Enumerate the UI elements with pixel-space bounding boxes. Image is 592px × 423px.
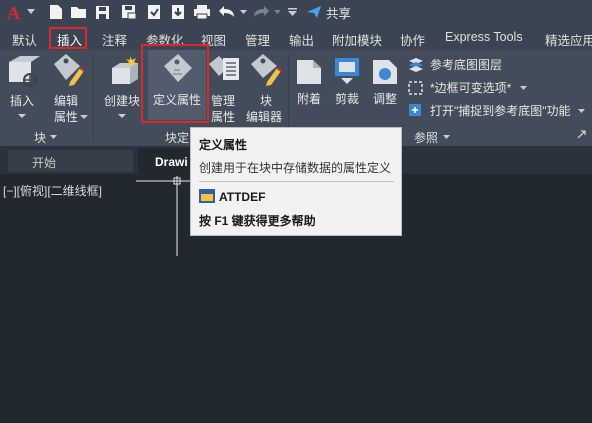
quick-access-toolbar: A 共享 xyxy=(0,0,592,26)
tab-default[interactable]: 默认 xyxy=(12,30,37,49)
tab-manage[interactable]: 管理 xyxy=(245,30,270,49)
insert-block-label: 插入 xyxy=(10,94,35,108)
block-editor-label-1: 块 xyxy=(260,94,273,108)
manage-attributes-label-1: 管理 xyxy=(211,94,236,108)
tooltip-description: 创建用于在块中存储数据的属性定义 xyxy=(199,161,392,175)
start-tab[interactable]: 开始 xyxy=(8,150,133,172)
underlay-layers-label: 参考底图图层 xyxy=(430,58,503,72)
attach-button[interactable]: 附着 xyxy=(293,56,327,126)
tab-addins[interactable]: 附加模块 xyxy=(332,30,382,49)
customize-qat-icon[interactable] xyxy=(287,3,297,21)
open-file-icon[interactable] xyxy=(70,3,88,21)
command-line-icon xyxy=(199,189,215,203)
reference-panel-title[interactable]: 参照 xyxy=(414,129,438,146)
insert-block-icon xyxy=(9,56,40,87)
viewport-controls[interactable]: [−][俯视][二维线框] xyxy=(3,182,102,199)
svg-text:A: A xyxy=(7,3,20,21)
clip-button[interactable]: 剪裁 xyxy=(331,56,365,126)
block-editor-button[interactable]: 块 编辑器 xyxy=(245,54,285,126)
tooltip-help: 按 F1 键获得更多帮助 xyxy=(199,214,316,228)
redo-icon[interactable] xyxy=(252,3,270,21)
create-block-dropdown-icon xyxy=(118,114,126,118)
adjust-button[interactable]: 调整 xyxy=(369,56,403,126)
block-editor-label-2: 编辑器 xyxy=(246,110,283,124)
block-panel-expand-icon xyxy=(50,135,57,139)
block-panel-title[interactable]: 块 xyxy=(34,129,46,146)
undo-dropdown-icon[interactable] xyxy=(239,3,247,21)
create-block-icon xyxy=(112,56,138,84)
share-icon xyxy=(307,6,321,18)
underlay-layers-icon xyxy=(409,58,423,72)
snap-underlay-label: 打开"捕捉到参考底图"功能 xyxy=(430,104,571,118)
frame-options-button[interactable]: *边框可变选项* xyxy=(408,80,592,98)
underlay-layers-button[interactable]: 参考底图图层 xyxy=(408,57,592,75)
snap-underlay-button[interactable]: 打开"捕捉到参考底图"功能 xyxy=(408,103,592,121)
drawing-tab[interactable]: Drawi xyxy=(138,148,198,174)
snap-dropdown-icon xyxy=(578,109,585,113)
tooltip-divider xyxy=(199,181,394,182)
clip-label: 剪裁 xyxy=(335,92,360,106)
ribbon-tab-bar: 默认 插入 注释 参数化 视图 管理 输出 附加模块 协作 Express To… xyxy=(0,26,592,50)
attach-icon xyxy=(297,60,321,84)
open-web-icon[interactable] xyxy=(146,3,162,21)
app-menu-button[interactable]: A xyxy=(4,3,24,21)
tooltip-title: 定义属性 xyxy=(199,138,248,152)
save-as-icon[interactable] xyxy=(120,3,138,21)
plot-icon[interactable] xyxy=(193,3,211,21)
manage-attributes-label-2: 属性 xyxy=(211,110,236,124)
panel-separator xyxy=(93,54,94,140)
tooltip-command: ATTDEF xyxy=(219,190,266,204)
define-attribute-highlight xyxy=(141,44,209,123)
save-icon[interactable] xyxy=(94,3,110,21)
frame-options-label: *边框可变选项* xyxy=(430,81,512,95)
adjust-label: 调整 xyxy=(373,92,398,106)
drawing-tab-label: Drawi xyxy=(155,155,188,169)
frame-dropdown-icon xyxy=(520,86,527,90)
edit-attribute-dropdown-icon xyxy=(80,115,88,119)
undo-icon[interactable] xyxy=(218,3,236,21)
insert-tab-highlight xyxy=(49,27,87,49)
reference-panel-expand-icon xyxy=(443,135,450,139)
tab-annotate[interactable]: 注释 xyxy=(102,30,127,49)
app-menu-arrow-icon[interactable] xyxy=(26,3,36,21)
start-tab-label: 开始 xyxy=(32,156,57,170)
autocad-logo-icon: A xyxy=(7,3,20,21)
adjust-icon xyxy=(373,60,397,84)
edit-attribute-label-2: 属性 xyxy=(54,110,79,124)
share-button[interactable]: 共享 xyxy=(306,3,358,21)
attach-label: 附着 xyxy=(297,92,322,106)
tab-output[interactable]: 输出 xyxy=(289,30,314,49)
edit-attribute-button[interactable]: 编辑 属性 xyxy=(46,54,90,126)
create-block-button[interactable]: 创建块 xyxy=(100,54,144,126)
reference-panel-launcher-icon xyxy=(577,130,586,139)
frame-icon xyxy=(408,81,423,95)
tab-collaborate[interactable]: 协作 xyxy=(400,30,425,49)
block-editor-icon xyxy=(251,54,282,86)
new-file-icon[interactable] xyxy=(48,3,64,21)
tab-express-tools[interactable]: Express Tools xyxy=(445,30,523,44)
share-label: 共享 xyxy=(326,6,352,21)
snap-underlay-icon xyxy=(409,104,421,116)
edit-attribute-icon xyxy=(54,54,84,86)
manage-attributes-icon xyxy=(209,56,239,80)
manage-attributes-button[interactable]: 管理 属性 xyxy=(207,54,243,126)
edit-attribute-label-1: 编辑 xyxy=(54,94,79,108)
save-web-icon[interactable] xyxy=(170,3,186,21)
clip-icon xyxy=(335,58,359,84)
insert-block-button[interactable]: 插入 xyxy=(4,56,40,126)
create-block-label: 创建块 xyxy=(104,94,141,108)
define-attribute-tooltip: 定义属性 创建用于在块中存储数据的属性定义 ATTDEF 按 F1 键获得更多帮… xyxy=(190,127,402,236)
insert-dropdown-icon xyxy=(18,114,26,118)
block-definition-panel-title[interactable]: 块定 xyxy=(165,129,189,146)
tab-featured-apps[interactable]: 精选应用 xyxy=(545,30,592,49)
redo-dropdown-icon[interactable] xyxy=(273,3,281,21)
